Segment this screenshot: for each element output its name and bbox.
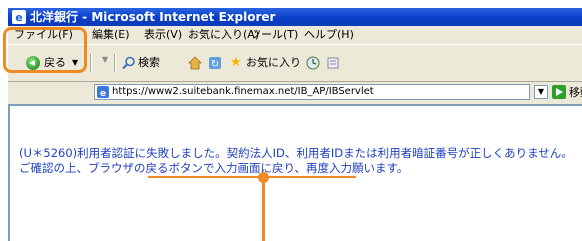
window-title: 北洋銀行 - Microsoft Internet Explorer	[30, 10, 276, 24]
address-url: https://www2.suitebank.finemax.net/IB_AP…	[112, 86, 374, 97]
page-icon: e	[97, 86, 109, 98]
go-button-label[interactable]: 移動	[569, 84, 582, 100]
menu-favorites[interactable]: お気に入り(A)	[188, 26, 259, 44]
error-message: (U＊5260)利用者認証に失敗しました。契約法人ID、利用者IDまたは利用者暗…	[19, 146, 573, 175]
home-icon[interactable]	[188, 56, 202, 70]
menu-tools[interactable]: ツール(T)	[250, 26, 298, 44]
mail-icon[interactable]	[326, 56, 340, 70]
toolbar-separator	[114, 54, 116, 72]
favorites-button-label: お気に入り	[246, 56, 301, 69]
callout-line	[262, 182, 265, 241]
forward-dropdown-icon[interactable]: ▼	[102, 55, 108, 64]
menu-view[interactable]: 表示(V)	[144, 26, 182, 44]
menu-bar: ファイル(F) 編集(E) 表示(V) お気に入り(A) ツール(T) ヘルプ(…	[8, 26, 582, 44]
history-icon[interactable]	[306, 56, 320, 70]
address-dropdown-icon[interactable]: ▼	[534, 85, 548, 99]
favorites-button[interactable]: ★ お気に入り	[230, 53, 310, 73]
address-input[interactable]: e https://www2.suitebank.finemax.net/IB_…	[94, 84, 530, 100]
star-icon: ★	[230, 55, 242, 70]
svg-text:e: e	[100, 89, 106, 98]
refresh-icon[interactable]: ↻	[208, 56, 222, 70]
standard-toolbar: 戻る ▼ ▼ 検索 ↻ ★ お気に入り	[8, 44, 582, 82]
svg-text:↻: ↻	[211, 59, 219, 70]
browser-window: e 北洋銀行 - Microsoft Internet Explorer ファイ…	[8, 8, 582, 241]
menu-edit[interactable]: 編集(E)	[92, 26, 130, 44]
go-arrow-icon[interactable]	[552, 85, 566, 99]
toolbar-separator	[90, 54, 92, 72]
address-bar: e https://www2.suitebank.finemax.net/IB_…	[8, 82, 582, 102]
back-button-highlight	[3, 27, 87, 73]
menu-help[interactable]: ヘルプ(H)	[304, 26, 354, 44]
title-bar: e 北洋銀行 - Microsoft Internet Explorer	[8, 8, 582, 26]
message-underline	[148, 176, 356, 178]
search-button[interactable]: 検索	[122, 53, 182, 73]
search-button-label: 検索	[138, 56, 160, 69]
search-icon	[122, 56, 135, 70]
ie-logo-icon: e	[12, 10, 26, 24]
svg-text:e: e	[15, 11, 22, 24]
